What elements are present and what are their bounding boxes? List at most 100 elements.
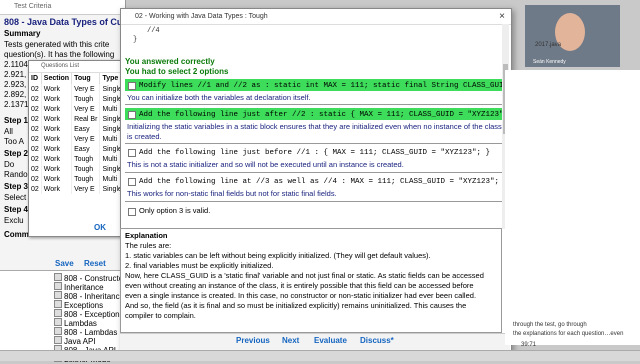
table-cell: Work bbox=[41, 164, 73, 174]
table-row[interactable]: 02 Work Very E Single bbox=[29, 84, 125, 94]
explanation-line: even a single instance is created. In th… bbox=[125, 291, 477, 300]
table-cell: 02 bbox=[29, 104, 42, 114]
summary-label: Summary bbox=[4, 29, 41, 38]
table-cell: 02 bbox=[29, 94, 42, 104]
table-cell: Work bbox=[41, 94, 73, 104]
ok-button[interactable]: OK bbox=[94, 223, 106, 232]
summary-line: Tests generated with this crite bbox=[4, 40, 110, 49]
table-row[interactable]: 02 Work Tough Multi bbox=[29, 154, 125, 164]
close-icon[interactable]: × bbox=[499, 9, 505, 24]
divider bbox=[125, 143, 505, 144]
option-1-row[interactable]: Modify lines //1 and //2 as : static int… bbox=[125, 79, 505, 91]
col-header[interactable]: Section bbox=[41, 73, 73, 84]
checkbox[interactable] bbox=[128, 82, 136, 90]
option-1: Modify lines //1 and //2 as : static int… bbox=[125, 79, 505, 103]
table-cell: 02 bbox=[29, 184, 42, 194]
option-text: Only option 3 is valid. bbox=[139, 206, 211, 215]
table-cell: Tough bbox=[71, 94, 101, 104]
option-2: Add the following line just after //2 : … bbox=[125, 108, 505, 142]
option-2-row[interactable]: Add the following line just after //2 : … bbox=[125, 108, 505, 120]
table-cell: Work bbox=[41, 134, 73, 144]
next-button[interactable]: Next bbox=[282, 336, 299, 345]
save-button[interactable]: Save bbox=[55, 259, 74, 268]
expand-icon[interactable] bbox=[54, 336, 62, 344]
table-cell: Tough bbox=[71, 174, 101, 184]
option-5: Only option 3 is valid. bbox=[125, 205, 505, 217]
checkbox[interactable] bbox=[128, 149, 136, 157]
table-row[interactable]: 02 Work Very E Single bbox=[29, 184, 125, 194]
divider bbox=[125, 104, 505, 105]
expand-icon[interactable] bbox=[54, 318, 62, 326]
explanation-line bbox=[125, 321, 497, 331]
table-row[interactable]: 02 Work Tough Multi bbox=[29, 174, 125, 184]
col-header[interactable]: Toug bbox=[71, 73, 101, 84]
table-cell: Work bbox=[41, 144, 73, 154]
table-cell: 02 bbox=[29, 134, 42, 144]
table-cell: Work bbox=[41, 124, 73, 134]
option-text: Modify lines //1 and //2 as : static int… bbox=[139, 82, 505, 90]
col-header[interactable]: ID bbox=[29, 73, 42, 84]
evaluate-button[interactable]: Evaluate bbox=[314, 336, 347, 345]
table-cell: Work bbox=[41, 154, 73, 164]
table-row[interactable]: 02 Work Real Br Single bbox=[29, 114, 125, 124]
option-5-row[interactable]: Only option 3 is valid. bbox=[125, 205, 505, 217]
table-cell: 02 bbox=[29, 84, 42, 94]
table-cell: Tough bbox=[71, 164, 101, 174]
table-row[interactable]: 02 Work Tough Single bbox=[29, 164, 125, 174]
expand-icon[interactable] bbox=[54, 300, 62, 308]
doc-line: through the test, go through bbox=[513, 322, 587, 328]
explanation-line: The rules are: bbox=[125, 241, 172, 250]
table-cell: Work bbox=[41, 84, 73, 94]
explanation-heading: Explanation bbox=[125, 231, 168, 240]
table-cell: Work bbox=[41, 184, 73, 194]
table-cell: Very E bbox=[71, 104, 101, 114]
code-line: //4 bbox=[147, 27, 160, 35]
explanation-line: compiler to complain. bbox=[125, 311, 196, 320]
expand-icon[interactable] bbox=[54, 291, 62, 299]
time-readout: 39:71 bbox=[521, 342, 537, 348]
option-text: Add the following line just before //1 :… bbox=[139, 149, 491, 157]
divider bbox=[125, 201, 505, 202]
table-cell: 02 bbox=[29, 154, 42, 164]
expand-icon[interactable] bbox=[54, 273, 62, 281]
option-note: This works for non-static final fields b… bbox=[127, 189, 337, 198]
table-cell: Real Br bbox=[71, 114, 101, 124]
reset-button[interactable]: Reset bbox=[84, 259, 106, 268]
checkbox[interactable] bbox=[128, 111, 136, 119]
table-header: ID Section Toug Type bbox=[29, 73, 125, 84]
code-snippet: //4 } bbox=[133, 27, 160, 45]
divider bbox=[125, 172, 505, 173]
option-4: Add the following line at //3 as well as… bbox=[125, 175, 505, 199]
question-table: ID Section Toug Type 02 Work Very E Single 0… bbox=[29, 73, 125, 194]
option-note: You can initialize both the variables at… bbox=[127, 93, 311, 102]
expand-icon[interactable] bbox=[54, 309, 62, 317]
option-3-row[interactable]: Add the following line just before //1 :… bbox=[125, 146, 505, 158]
previous-button[interactable]: Previous bbox=[236, 336, 270, 345]
summary-line: question(s). It has the following bbox=[4, 50, 115, 59]
option-note: Initializing the static variables in a s… bbox=[127, 122, 502, 141]
explanation-line: even without creating an instance of the… bbox=[125, 281, 474, 290]
table-cell: 02 bbox=[29, 124, 42, 134]
checkbox[interactable] bbox=[128, 178, 136, 186]
table-row[interactable]: 02 Work Very E Multi bbox=[29, 104, 125, 114]
option-text: Add the following line at //3 as well as… bbox=[139, 178, 500, 186]
option-note: This is not a static initializer and so … bbox=[127, 160, 404, 169]
option-4-row[interactable]: Add the following line at //3 as well as… bbox=[125, 175, 505, 187]
table-cell: Very E bbox=[71, 84, 101, 94]
checkbox[interactable] bbox=[128, 208, 136, 216]
window-title: 02 - Working with Java Data Types : Toug… bbox=[135, 13, 268, 20]
table-row[interactable]: 02 Work Tough Single bbox=[29, 94, 125, 104]
option-text: Add the following line just after //2 : … bbox=[139, 111, 505, 119]
table-cell: Work bbox=[41, 174, 73, 184]
bottom-navigation: Previous Next Evaluate Discuss* bbox=[120, 333, 510, 351]
table-row[interactable]: 02 Work Easy Single bbox=[29, 144, 125, 154]
discuss-button[interactable]: Discuss* bbox=[360, 336, 394, 345]
table-cell: 02 bbox=[29, 164, 42, 174]
dialog-title: Questions List bbox=[29, 61, 124, 73]
table-cell: Tough bbox=[71, 154, 101, 164]
table-row[interactable]: 02 Work Very E Multi bbox=[29, 134, 125, 144]
table-cell: Very E bbox=[71, 184, 101, 194]
table-row[interactable]: 02 Work Easy Single bbox=[29, 124, 125, 134]
expand-icon[interactable] bbox=[54, 327, 62, 335]
expand-icon[interactable] bbox=[54, 282, 62, 290]
